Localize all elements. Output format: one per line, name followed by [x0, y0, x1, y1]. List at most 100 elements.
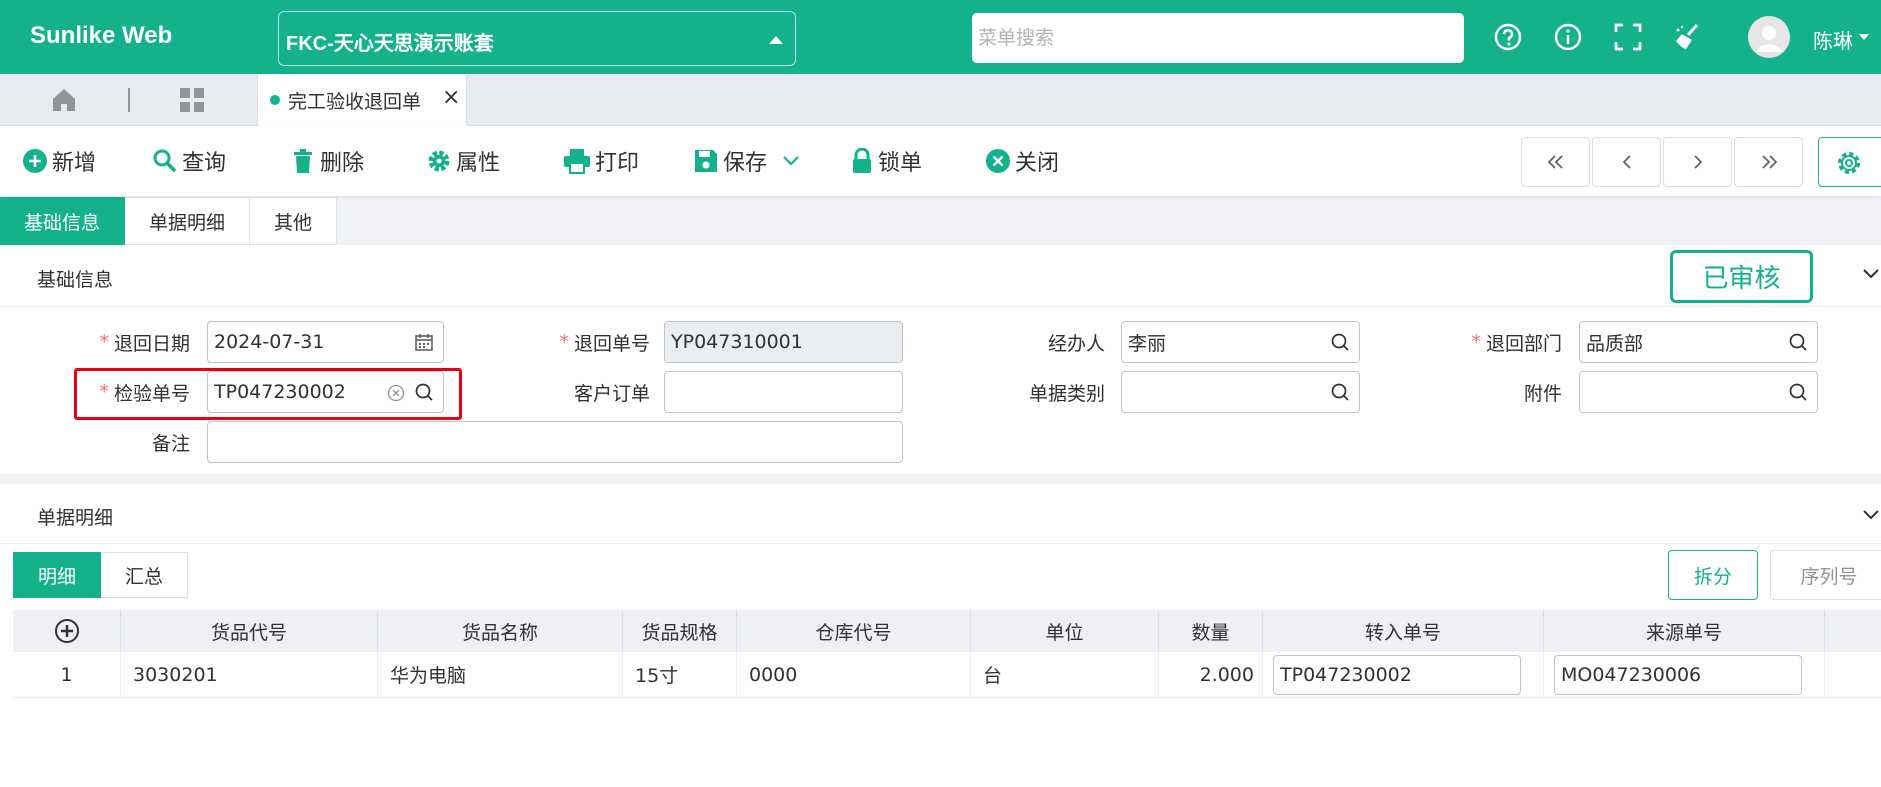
apps-grid-icon[interactable]: [178, 86, 206, 114]
tab-strip: 完工验收退回单 ×: [0, 74, 1881, 126]
handler-field[interactable]: 李丽: [1121, 321, 1360, 363]
plus-circle-icon: [23, 149, 47, 173]
col-header[interactable]: 数量: [1159, 610, 1263, 652]
remark-field[interactable]: [207, 421, 903, 463]
col-header[interactable]: 仓库代号: [737, 610, 971, 652]
field-value: 2024-07-31: [214, 331, 325, 353]
tab-active-doc[interactable]: 完工验收退回单 ×: [257, 74, 467, 126]
settings-button[interactable]: [1818, 137, 1881, 187]
search-icon[interactable]: [1788, 332, 1808, 352]
return-date-field[interactable]: 2024-07-31: [207, 321, 444, 363]
col-header[interactable]: 来源单号: [1544, 610, 1825, 652]
prev-record-button[interactable]: [1592, 137, 1661, 187]
split-button[interactable]: 拆分: [1668, 550, 1758, 600]
cell-code[interactable]: 3030201: [121, 652, 378, 697]
chevron-down-icon[interactable]: [1862, 267, 1880, 281]
field-value: YP047310001: [671, 331, 803, 353]
subtab-summary[interactable]: 汇总: [101, 552, 189, 598]
chevron-down-icon[interactable]: [781, 154, 801, 168]
next-record-button[interactable]: [1663, 137, 1732, 187]
return-no-field: YP047310001: [664, 321, 903, 363]
cell-in-no[interactable]: TP047230002: [1263, 652, 1544, 697]
print-label: 打印: [595, 151, 640, 176]
doc-type-field[interactable]: [1121, 371, 1360, 413]
src-no-input[interactable]: MO047230006: [1554, 654, 1802, 695]
print-button[interactable]: 打印: [563, 146, 639, 176]
help-icon[interactable]: [1493, 22, 1523, 52]
cell-src-no[interactable]: MO047230006: [1544, 652, 1825, 697]
add-row-icon[interactable]: [54, 618, 80, 644]
label-text: 单据类别: [1028, 382, 1105, 405]
lock-label: 锁单: [878, 151, 923, 176]
detail-section: 单据明细 明细 汇总 拆分 序列号 货品代号 货品名称 货品规格 仓库代号 单位…: [0, 484, 1881, 787]
cell-spec[interactable]: 15寸: [623, 652, 737, 697]
add-button[interactable]: 新增: [22, 146, 96, 176]
search-icon[interactable]: [1788, 382, 1808, 402]
return-no-label: * 退回单号: [520, 321, 650, 363]
search-icon[interactable]: [1330, 332, 1350, 352]
fullscreen-icon[interactable]: [1613, 22, 1643, 52]
props-button[interactable]: 属性: [426, 146, 500, 176]
col-header[interactable]: 货品代号: [121, 610, 378, 652]
table-row[interactable]: 1 3030201 华为电脑 15寸 0000 台 2.000 TP047230…: [13, 652, 1881, 698]
clean-icon[interactable]: [1673, 22, 1703, 52]
label-text: 退回部门: [1485, 332, 1562, 355]
close-button[interactable]: 关闭: [985, 146, 1059, 176]
tab-doc-detail[interactable]: 单据明细: [125, 197, 251, 245]
tab-basic-info[interactable]: 基础信息: [0, 197, 126, 245]
double-chevron-right-icon: [1761, 155, 1777, 169]
serial-button[interactable]: 序列号: [1770, 550, 1881, 600]
col-header[interactable]: 单位: [971, 610, 1159, 652]
tab-other[interactable]: 其他: [250, 197, 338, 245]
active-dot-icon: [270, 95, 280, 105]
cell-unit[interactable]: 台: [971, 652, 1159, 697]
close-tab-icon[interactable]: ×: [442, 85, 460, 110]
subtab-detail[interactable]: 明细: [13, 552, 102, 598]
account-select[interactable]: FKC-天心天思演示账套: [278, 11, 796, 66]
divider: [128, 88, 130, 112]
highlight-box: [74, 368, 462, 420]
add-label: 新增: [52, 151, 97, 176]
return-dept-field[interactable]: 品质部: [1579, 321, 1818, 363]
search-icon[interactable]: [1330, 382, 1350, 402]
chevron-down-icon[interactable]: [1862, 508, 1880, 522]
delete-button[interactable]: 删除: [290, 146, 364, 176]
save-button[interactable]: 保存: [693, 146, 805, 176]
lock-button[interactable]: 锁单: [850, 146, 922, 176]
close-circle-icon: [986, 149, 1010, 173]
cell-qty[interactable]: 2.000: [1159, 652, 1263, 697]
basic-info-header[interactable]: 基础信息 已审核: [0, 245, 1881, 307]
col-header[interactable]: 货品名称: [378, 610, 623, 652]
in-no-input[interactable]: TP047230002: [1273, 654, 1521, 695]
remark-label: 备注: [60, 421, 190, 463]
calendar-icon[interactable]: [414, 332, 434, 352]
detail-header[interactable]: 单据明细: [0, 484, 1881, 544]
account-select-value: FKC-天心天思演示账套: [286, 33, 494, 55]
row-number: 1: [13, 652, 121, 697]
first-record-button[interactable]: [1521, 137, 1590, 187]
doc-type-label: 单据类别: [975, 371, 1105, 413]
floppy-icon: [695, 150, 717, 172]
caret-down-icon[interactable]: [1859, 34, 1869, 40]
query-button[interactable]: 查询: [152, 146, 226, 176]
attach-field[interactable]: [1579, 371, 1818, 413]
user-icon: [1756, 26, 1782, 52]
cust-order-field[interactable]: [664, 371, 903, 413]
avatar[interactable]: [1748, 16, 1790, 58]
props-label: 属性: [456, 151, 501, 176]
col-header[interactable]: 转入单号: [1263, 610, 1544, 652]
chevron-right-icon: [1693, 155, 1702, 169]
gear-icon: [1838, 152, 1860, 174]
user-name[interactable]: 陈琳: [1813, 25, 1853, 54]
add-row-cell[interactable]: [13, 610, 121, 652]
cell-name[interactable]: 华为电脑: [378, 652, 623, 697]
info-icon[interactable]: [1553, 22, 1583, 52]
top-bar: Sunlike Web FKC-天心天思演示账套 陈琳: [0, 0, 1881, 74]
cell-warehouse[interactable]: 0000: [737, 652, 971, 697]
label-text: 经办人: [1047, 332, 1105, 355]
home-icon[interactable]: [50, 86, 78, 114]
menu-search-input[interactable]: [972, 13, 1464, 63]
last-record-button[interactable]: [1734, 137, 1803, 187]
col-header[interactable]: 货品规格: [623, 610, 737, 652]
label-text: 客户订单: [573, 382, 650, 405]
